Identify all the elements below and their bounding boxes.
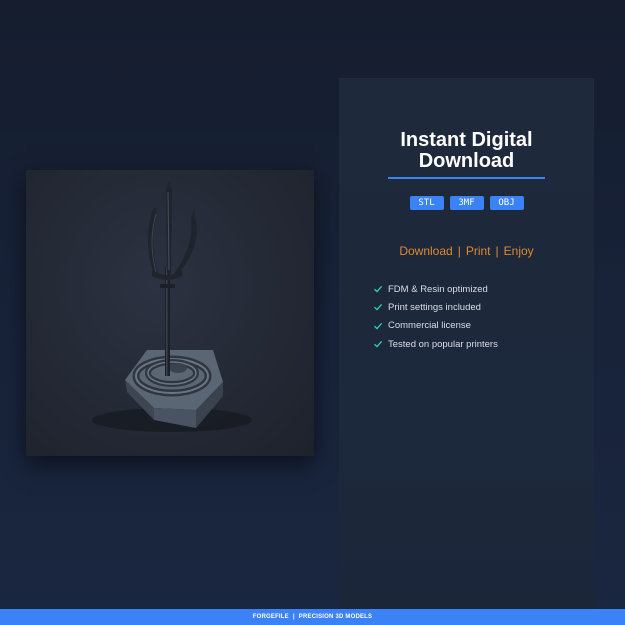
tagline-separator: | — [495, 244, 499, 258]
format-badge-stl: STL — [409, 196, 444, 210]
feature-label: Tested on popular printers — [388, 338, 498, 350]
title-underline — [388, 177, 545, 179]
tagline: Download | Print | Enjoy — [339, 244, 594, 258]
format-badge-obj: OBJ — [489, 196, 524, 210]
tagline-download: Download — [399, 244, 453, 258]
format-badge-3mf: 3MF — [449, 196, 484, 210]
feature-label: Print settings included — [388, 301, 481, 313]
feature-list: FDM & Resin optimized Print settings inc… — [373, 280, 583, 353]
footer-brand: FORGEFILE — [252, 614, 289, 620]
trident-model-render — [92, 180, 252, 432]
tagline-print: Print — [465, 244, 491, 258]
title-line-2: Download — [418, 150, 515, 172]
tagline-enjoy: Enjoy — [503, 244, 534, 258]
checkmark-icon — [374, 304, 383, 311]
product-image — [26, 170, 314, 456]
title-line-1: Instant Digital — [400, 129, 533, 151]
checkmark-icon — [374, 322, 383, 330]
feature-label: FDM & Resin optimized — [388, 283, 488, 295]
tagline-separator: | — [457, 244, 461, 258]
checkmark-icon — [374, 286, 383, 293]
feature-item: Commercial license — [373, 317, 583, 335]
feature-item: Print settings included — [373, 298, 583, 316]
feature-label: Commercial license — [388, 320, 471, 332]
footer-bar: FORGEFILE | PRECISION 3D MODELS — [0, 609, 625, 625]
info-panel: Instant Digital Download STL 3MF OBJ Dow… — [339, 78, 594, 613]
feature-item: Tested on popular printers — [373, 335, 583, 353]
format-badges: STL 3MF OBJ — [339, 196, 594, 210]
footer-slogan: PRECISION 3D MODELS — [298, 614, 373, 620]
footer-separator: | — [292, 614, 295, 620]
panel-title: Instant Digital Download — [339, 130, 594, 172]
feature-item: FDM & Resin optimized — [373, 280, 583, 298]
checkmark-icon — [374, 341, 383, 348]
